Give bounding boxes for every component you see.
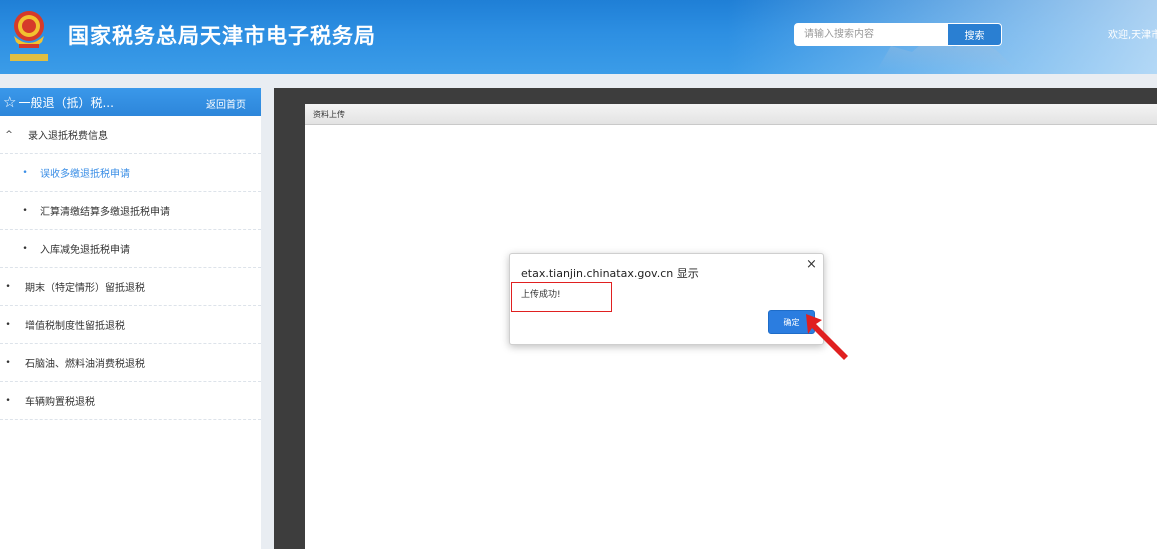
sidebar-item-period-end-credit-refund[interactable]: • 期末（特定情形）留抵退税 xyxy=(0,268,261,306)
sidebar-item-label: 汇算清缴结算多缴退抵税申请 xyxy=(40,207,170,218)
bullet-icon: • xyxy=(5,281,11,292)
sidebar-header: ☆ 一般退（抵）税... 返回首页 xyxy=(0,88,261,116)
sidebar-item-enter-refund-info[interactable]: ^ 录入退抵税费信息 xyxy=(0,116,261,154)
sidebar-menu: ^ 录入退抵税费信息 • 误收多缴退抵税申请 • 汇算清缴结算多缴退抵税申请 •… xyxy=(0,116,261,420)
return-home-link[interactable]: 返回首页 xyxy=(206,96,246,111)
sidebar-item-label: 车辆购置税退税 xyxy=(25,397,95,408)
sidebar-item-label: 增值税制度性留抵退税 xyxy=(25,321,125,332)
close-icon[interactable]: × xyxy=(806,257,817,272)
search-button[interactable]: 搜索 xyxy=(948,24,1001,45)
bullet-icon: • xyxy=(5,357,11,368)
chevron-up-icon: ^ xyxy=(5,129,13,140)
sidebar-item-label: 录入退抵税费信息 xyxy=(28,131,108,142)
sidebar-title: 一般退（抵）税... xyxy=(18,95,114,110)
sidebar-item-overpaid-refund[interactable]: • 误收多缴退抵税申请 xyxy=(0,154,261,192)
bullet-icon: • xyxy=(5,395,11,406)
annotation-highlight-box xyxy=(511,282,612,312)
sidebar: ☆ 一般退（抵）税... 返回首页 ^ 录入退抵税费信息 • 误收多缴退抵税申请… xyxy=(0,88,261,549)
sidebar-item-label: 石脑油、燃料油消费税退税 xyxy=(25,359,145,370)
search-box: 搜索 xyxy=(794,23,1002,46)
site-header: 国家税务总局天津市电子税务局 搜索 欢迎,天津市 xyxy=(0,0,1157,74)
search-input[interactable] xyxy=(795,24,948,45)
sidebar-item-fuel-tax-refund[interactable]: • 石脑油、燃料油消费税退税 xyxy=(0,344,261,382)
bullet-icon: • xyxy=(5,319,11,330)
sidebar-item-vehicle-tax-refund[interactable]: • 车辆购置税退税 xyxy=(0,382,261,420)
sidebar-item-exemption-refund[interactable]: • 入库减免退抵税申请 xyxy=(0,230,261,268)
annotation-arrow-icon xyxy=(806,314,848,360)
dialog-title: etax.tianjin.chinatax.gov.cn 显示 xyxy=(521,267,699,280)
sidebar-item-settlement-refund[interactable]: • 汇算清缴结算多缴退抵税申请 xyxy=(0,192,261,230)
site-title: 国家税务总局天津市电子税务局 xyxy=(68,24,376,48)
sidebar-item-label: 误收多缴退抵税申请 xyxy=(40,169,130,180)
tax-emblem-logo xyxy=(10,11,48,61)
sidebar-item-vat-credit-refund[interactable]: • 增值税制度性留抵退税 xyxy=(0,306,261,344)
bullet-icon: • xyxy=(22,167,28,178)
sidebar-item-label: 期末（特定情形）留抵退税 xyxy=(25,283,145,294)
sidebar-item-label: 入库减免退抵税申请 xyxy=(40,245,130,256)
panel-title: 资料上传 xyxy=(305,104,1157,125)
bullet-icon: • xyxy=(22,205,28,216)
welcome-text: 欢迎,天津市 xyxy=(1108,30,1157,41)
star-icon[interactable]: ☆ xyxy=(3,93,16,111)
bullet-icon: • xyxy=(22,243,28,254)
